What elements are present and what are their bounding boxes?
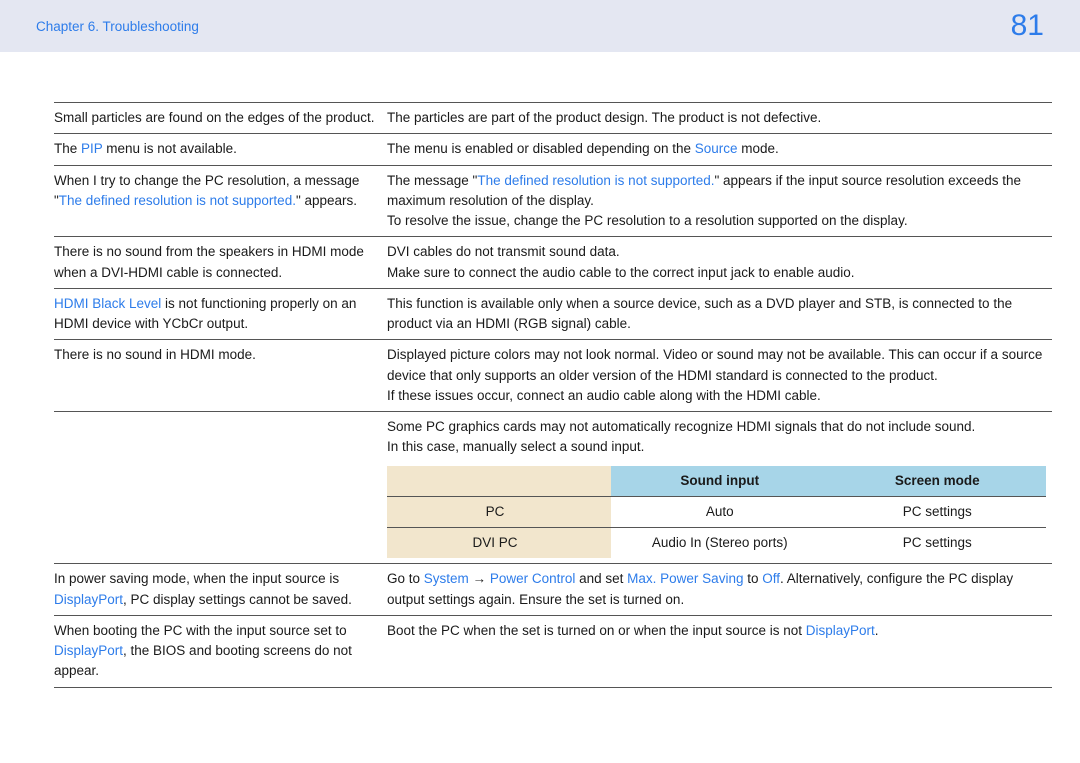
row-label: DVI PC	[387, 528, 611, 559]
highlighted-term: DisplayPort	[806, 623, 875, 638]
troubleshooting-table: Small particles are found on the edges o…	[54, 102, 1052, 688]
highlighted-term: Max. Power Saving	[627, 571, 743, 586]
table-row: There is no sound in HDMI mode. Displaye…	[54, 340, 1052, 412]
table-cell: PC settings	[829, 496, 1046, 527]
highlighted-term: Off	[762, 571, 780, 586]
chapter-title: Chapter 6. Troubleshooting	[36, 19, 199, 34]
solution-cell: DVI cables do not transmit sound data. M…	[387, 237, 1052, 289]
highlighted-term: The defined resolution is not supported.	[59, 193, 296, 208]
highlighted-term: System	[424, 571, 469, 586]
table-row: In power saving mode, when the input sou…	[54, 564, 1052, 616]
problem-cell: When booting the PC with the input sourc…	[54, 615, 387, 686]
problem-cell: Small particles are found on the edges o…	[54, 103, 387, 134]
page-header: Chapter 6. Troubleshooting 81	[0, 0, 1080, 52]
content-area: Small particles are found on the edges o…	[0, 52, 1080, 688]
solution-cell: The menu is enabled or disabled dependin…	[387, 134, 1052, 165]
problem-cell	[54, 412, 387, 564]
problem-cell: There is no sound from the speakers in H…	[54, 237, 387, 289]
table-cell: Audio In (Stereo ports)	[611, 528, 828, 559]
page-number: 81	[1011, 9, 1044, 43]
table-row: The PIP menu is not available. The menu …	[54, 134, 1052, 165]
solution-cell: Some PC graphics cards may not automatic…	[387, 412, 1052, 564]
problem-cell: When I try to change the PC resolution, …	[54, 165, 387, 237]
problem-cell: HDMI Black Level is not functioning prop…	[54, 288, 387, 340]
table-header: Screen mode	[829, 466, 1046, 497]
table-cell: PC settings	[829, 528, 1046, 559]
table-row: Some PC graphics cards may not automatic…	[54, 412, 1052, 564]
table-row: There is no sound from the speakers in H…	[54, 237, 1052, 289]
table-header: Sound input	[611, 466, 828, 497]
row-label: PC	[387, 496, 611, 527]
highlighted-term: DisplayPort	[54, 592, 123, 607]
solution-cell: Go to System → Power Control and set Max…	[387, 564, 1052, 616]
problem-cell: There is no sound in HDMI mode.	[54, 340, 387, 412]
problem-cell: The PIP menu is not available.	[54, 134, 387, 165]
table-row: PC Auto PC settings	[387, 496, 1046, 527]
table-header-row: Sound input Screen mode	[387, 466, 1046, 497]
problem-cell: In power saving mode, when the input sou…	[54, 564, 387, 616]
highlighted-term: Power Control	[490, 571, 576, 586]
solution-cell: Displayed picture colors may not look no…	[387, 340, 1052, 412]
table-end-border	[54, 687, 1052, 688]
table-row: When booting the PC with the input sourc…	[54, 615, 1052, 686]
sound-input-table: Sound input Screen mode PC Auto PC setti…	[387, 466, 1046, 559]
solution-cell: The particles are part of the product de…	[387, 103, 1052, 134]
table-row: DVI PC Audio In (Stereo ports) PC settin…	[387, 528, 1046, 559]
table-row: Small particles are found on the edges o…	[54, 103, 1052, 134]
table-row: When I try to change the PC resolution, …	[54, 165, 1052, 237]
table-cell: Auto	[611, 496, 828, 527]
highlighted-term: The defined resolution is not supported.	[477, 173, 714, 188]
solution-cell: Boot the PC when the set is turned on or…	[387, 615, 1052, 686]
table-header	[387, 466, 611, 497]
solution-cell: The message "The defined resolution is n…	[387, 165, 1052, 237]
solution-cell: This function is available only when a s…	[387, 288, 1052, 340]
highlighted-term: HDMI Black Level	[54, 296, 161, 311]
highlighted-term: DisplayPort	[54, 643, 123, 658]
highlighted-term: Source	[695, 141, 738, 156]
highlighted-term: PIP	[81, 141, 103, 156]
table-row: HDMI Black Level is not functioning prop…	[54, 288, 1052, 340]
